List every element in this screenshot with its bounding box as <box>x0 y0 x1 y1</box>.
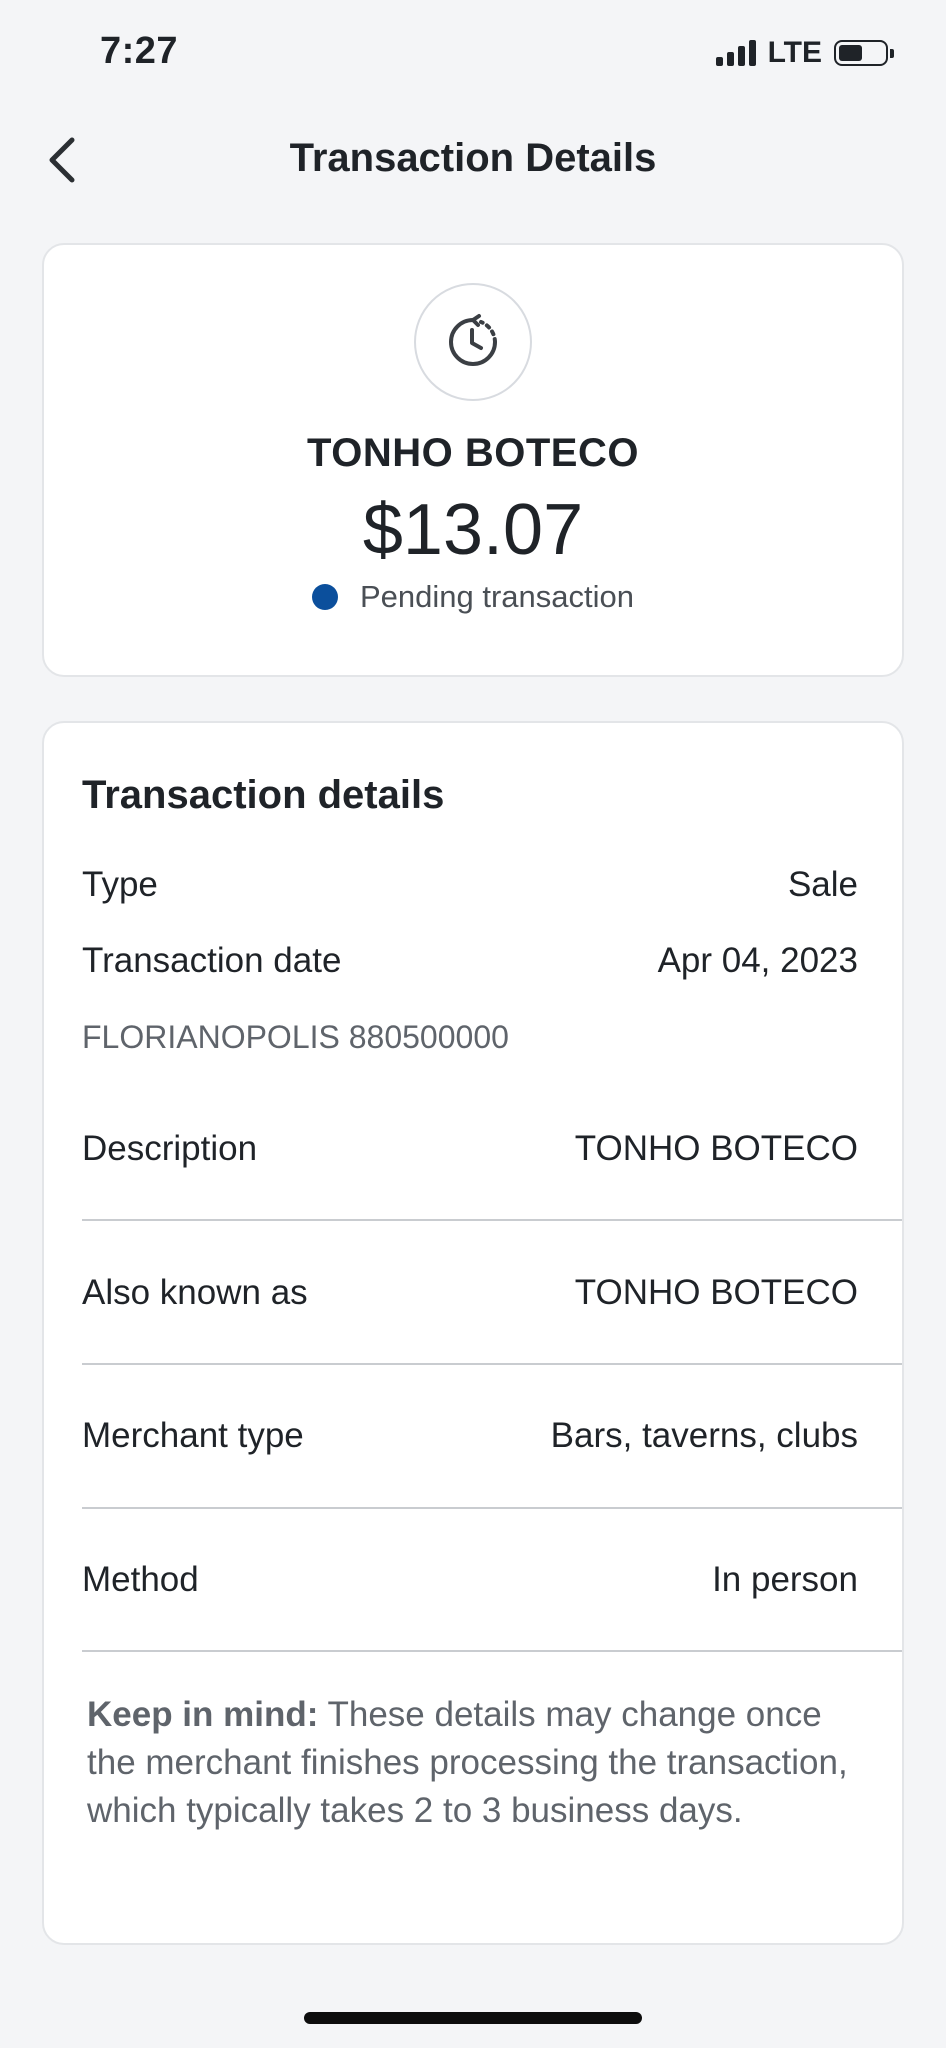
transaction-date-row: Transaction date Apr 04, 2023 <box>82 941 858 981</box>
merchant-location: FLORIANOPOLIS 880500000 <box>82 1019 509 1055</box>
signal-icon <box>715 40 756 66</box>
home-indicator[interactable] <box>304 2012 642 2024</box>
merchant-name: TONHO BOTECO <box>307 431 639 475</box>
type-label: Type <box>82 865 158 904</box>
merchant-type-row: Merchant type Bars, taverns, clubs <box>82 1416 858 1456</box>
method-value: In person <box>712 1560 858 1599</box>
type-value: Sale <box>787 865 858 904</box>
description-label: Description <box>82 1129 258 1168</box>
pending-clock-icon <box>414 283 532 401</box>
divider <box>82 1219 902 1221</box>
description-value: TONHO BOTECO <box>574 1129 858 1168</box>
method-label: Method <box>82 1560 199 1599</box>
keep-in-mind-note: Keep in mind: These details may change o… <box>87 1691 852 1835</box>
divider <box>82 1363 902 1365</box>
transaction-date-label: Transaction date <box>82 941 342 980</box>
divider <box>82 1650 902 1652</box>
network-label: LTE <box>767 36 822 69</box>
battery-icon <box>834 40 894 66</box>
status-time: 7:27 <box>100 30 179 72</box>
details-title: Transaction details <box>82 773 445 817</box>
transaction-status: Pending transaction <box>44 579 902 615</box>
transaction-details-card: Transaction details Type Sale Transactio… <box>42 721 904 1945</box>
transaction-date-value: Apr 04, 2023 <box>657 941 858 980</box>
header: Transaction Details <box>0 120 946 200</box>
status-bar: 7:27 LTE <box>0 0 946 100</box>
status-dot-icon <box>311 584 338 610</box>
merchant-type-value: Bars, taverns, clubs <box>550 1416 858 1455</box>
type-row: Type Sale <box>82 865 858 905</box>
merchant-type-label: Merchant type <box>82 1416 304 1455</box>
also-known-as-row: Also known as TONHO BOTECO <box>82 1273 858 1313</box>
note-heading: Keep in mind: <box>87 1695 319 1734</box>
description-row: Description TONHO BOTECO <box>82 1129 858 1169</box>
transaction-summary-card: TONHO BOTECO $13.07 Pending transaction <box>42 243 904 677</box>
transaction-amount: $13.07 <box>362 490 584 570</box>
status-text: Pending transaction <box>359 579 635 614</box>
also-known-as-label: Also known as <box>82 1273 308 1312</box>
battery-level <box>839 45 862 61</box>
method-row: Method In person <box>82 1560 858 1600</box>
page-title: Transaction Details <box>289 136 657 180</box>
also-known-as-value: TONHO BOTECO <box>574 1273 858 1312</box>
status-indicators: LTE <box>715 36 894 70</box>
divider <box>82 1507 902 1509</box>
